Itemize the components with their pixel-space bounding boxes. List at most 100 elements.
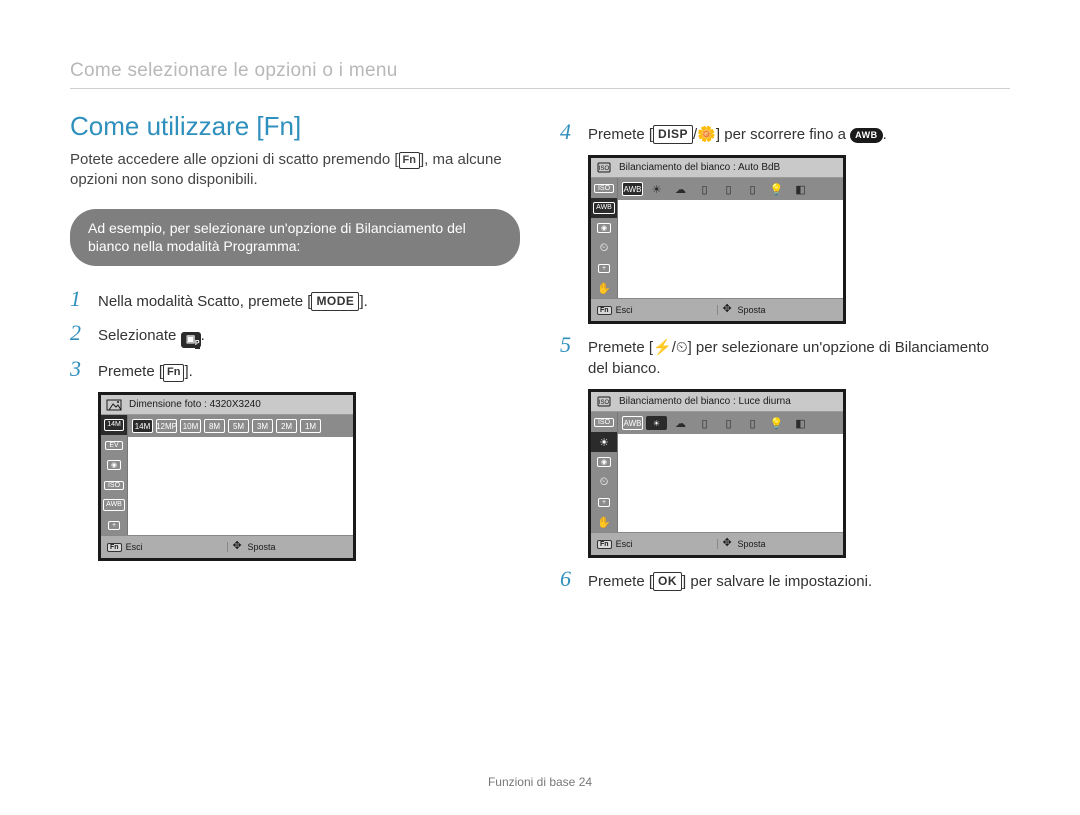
photo-size-option: 10M bbox=[180, 419, 201, 433]
sun-icon: ☀ bbox=[599, 436, 609, 449]
content-columns: Come utilizzare [Fn] Potete accedere all… bbox=[70, 111, 1010, 602]
step-num: 4 bbox=[560, 121, 576, 143]
left-item: ◉ bbox=[591, 452, 617, 472]
screen-main: AWB ☀ ☁ ▯ ▯ ▯ 💡 ◧ bbox=[618, 178, 843, 298]
camera-p-mode-icon: ▣ bbox=[181, 332, 201, 348]
left-column: Come utilizzare [Fn] Potete accedere all… bbox=[70, 111, 520, 602]
left-item: ✋ bbox=[591, 278, 617, 298]
left-item: + bbox=[591, 492, 617, 512]
fn-key-icon: Fn bbox=[597, 306, 612, 315]
wb-option-fluor-l-icon: ▯ bbox=[718, 417, 739, 430]
move-hint: Sposta bbox=[717, 305, 844, 315]
left-item: ◉ bbox=[591, 218, 617, 238]
fn-key: Fn bbox=[163, 364, 184, 381]
exit-hint: Fn Esci bbox=[591, 539, 717, 549]
nav-diamond-icon bbox=[724, 539, 734, 549]
left-option-column: ISO ☀ ◉ ⏲ + ✋ bbox=[591, 412, 618, 532]
svg-text:ISO: ISO bbox=[599, 400, 610, 406]
exit-hint: Fn Esci bbox=[591, 305, 717, 315]
step-6: 6 Premete [OK] per salvare le impostazio… bbox=[560, 568, 1010, 592]
camera-screen-step5: ISO Bilanciamento del bianco : Luce diur… bbox=[588, 389, 846, 558]
example-callout: Ad esempio, per selezionare un'opzione d… bbox=[70, 209, 520, 267]
left-item: ✋ bbox=[591, 512, 617, 532]
left-item: ◉ bbox=[101, 455, 127, 475]
left-item: ☀ bbox=[591, 432, 617, 452]
left-option-column: 14M EV ◉ ISO AWB + bbox=[101, 415, 128, 535]
step-3: 3 Premete [Fn]. bbox=[70, 358, 520, 382]
section-title: Come utilizzare [Fn] bbox=[70, 111, 520, 142]
screen-bottom-bar: Fn Esci Sposta bbox=[591, 532, 843, 555]
step-4: 4 Premete [DISP/🌼] per scorrere fino a A… bbox=[560, 121, 1010, 145]
wb-option-fluor-l-icon: ▯ bbox=[718, 183, 739, 196]
step-num: 2 bbox=[70, 322, 86, 344]
option-row: AWB ☀ ☁ ▯ ▯ ▯ 💡 ◧ bbox=[618, 412, 843, 434]
step-2: 2 Selezionate ▣. bbox=[70, 322, 520, 348]
timer-icon: ⏲ bbox=[600, 476, 609, 489]
screen-title-bar: ISO Bilanciamento del bianco : Auto BdB bbox=[591, 158, 843, 178]
iso-icon: ISO bbox=[595, 394, 613, 408]
screen-title-bar: ISO Bilanciamento del bianco : Luce diur… bbox=[591, 392, 843, 412]
wb-option-custom-icon: ◧ bbox=[790, 183, 811, 196]
wb-option-fluor-h-icon: ▯ bbox=[742, 417, 763, 430]
intro-text: Potete accedere alle opzioni di scatto p… bbox=[70, 150, 520, 191]
left-item: ISO bbox=[591, 412, 617, 432]
nav-diamond-icon bbox=[724, 305, 734, 315]
nav-diamond-icon bbox=[234, 542, 244, 552]
wb-option-custom-icon: ◧ bbox=[790, 417, 811, 430]
left-item: 14M bbox=[101, 415, 127, 435]
wb-option-cloud-icon: ☁ bbox=[670, 417, 691, 430]
exit-hint: Fn Esci bbox=[101, 542, 227, 552]
step-1: 1 Nella modalità Scatto, premete [MODE]. bbox=[70, 288, 520, 312]
step-text: Premete [⚡/⏲] per selezionare un'opzione… bbox=[588, 334, 1010, 379]
page-footer: Funzioni di base 24 bbox=[0, 775, 1080, 789]
step-num: 1 bbox=[70, 288, 86, 310]
wb-option-sun-icon: ☀ bbox=[646, 183, 667, 196]
wb-option-tungsten-icon: 💡 bbox=[766, 417, 787, 430]
photo-size-option: 3M bbox=[252, 419, 273, 433]
left-item: + bbox=[101, 515, 127, 535]
step-text: Premete [DISP/🌼] per scorrere fino a AWB… bbox=[588, 121, 887, 145]
photo-size-option: 14M bbox=[132, 419, 153, 433]
photo-size-option: 2M bbox=[276, 419, 297, 433]
left-item: EV bbox=[101, 435, 127, 455]
option-row: 14M 12MP 10M 8M 5M 3M 2M 1M bbox=[128, 415, 353, 437]
breadcrumb: Come selezionare le opzioni o i menu bbox=[70, 60, 1010, 89]
iso-icon: ISO bbox=[595, 160, 613, 174]
step-text: Premete [OK] per salvare le impostazioni… bbox=[588, 568, 872, 592]
camera-screen-step4: ISO Bilanciamento del bianco : Auto BdB … bbox=[588, 155, 846, 324]
disp-key: DISP bbox=[653, 125, 693, 144]
ok-key: OK bbox=[653, 572, 682, 591]
screen-main: 14M 12MP 10M 8M 5M 3M 2M 1M bbox=[128, 415, 353, 535]
wb-option-awb: AWB bbox=[622, 416, 643, 430]
intro-part1: Potete accedere alle opzioni di scatto p… bbox=[70, 151, 399, 168]
photo-size-icon bbox=[105, 397, 123, 411]
left-item: AWB bbox=[591, 198, 617, 218]
wb-option-fluor-d-icon: ▯ bbox=[694, 183, 715, 196]
screen-bottom-bar: Fn Esci Sposta bbox=[591, 298, 843, 321]
wb-option-fluor-d-icon: ▯ bbox=[694, 417, 715, 430]
right-column: 4 Premete [DISP/🌼] per scorrere fino a A… bbox=[560, 111, 1010, 602]
wb-option-tungsten-icon: 💡 bbox=[766, 183, 787, 196]
wb-option-fluor-h-icon: ▯ bbox=[742, 183, 763, 196]
left-item: ISO bbox=[591, 178, 617, 198]
step-text: Nella modalità Scatto, premete [MODE]. bbox=[98, 288, 368, 312]
screen-title-bar: Dimensione foto : 4320X3240 bbox=[101, 395, 353, 415]
step-5: 5 Premete [⚡/⏲] per selezionare un'opzio… bbox=[560, 334, 1010, 379]
left-item: AWB bbox=[101, 495, 127, 515]
screen-bottom-bar: Fn Esci Sposta bbox=[101, 535, 353, 558]
move-hint: Sposta bbox=[717, 539, 844, 549]
svg-text:ISO: ISO bbox=[599, 166, 610, 172]
fn-key-icon: Fn bbox=[107, 543, 122, 552]
left-item: ⏲ bbox=[591, 472, 617, 492]
left-option-column: ISO AWB ◉ ⏲ + ✋ bbox=[591, 178, 618, 298]
awb-pill-icon: AWB bbox=[850, 128, 883, 143]
hand-icon: ✋ bbox=[597, 516, 611, 529]
photo-size-option: 8M bbox=[204, 419, 225, 433]
footer-label: Funzioni di base bbox=[488, 775, 575, 789]
left-item: ISO bbox=[101, 475, 127, 495]
step-num: 5 bbox=[560, 334, 576, 356]
photo-size-option: 12MP bbox=[156, 419, 177, 433]
screen-title: Bilanciamento del bianco : Luce diurna bbox=[619, 396, 791, 407]
screen-main: AWB ☀ ☁ ▯ ▯ ▯ 💡 ◧ bbox=[618, 412, 843, 532]
step-text: Premete [Fn]. bbox=[98, 358, 193, 382]
